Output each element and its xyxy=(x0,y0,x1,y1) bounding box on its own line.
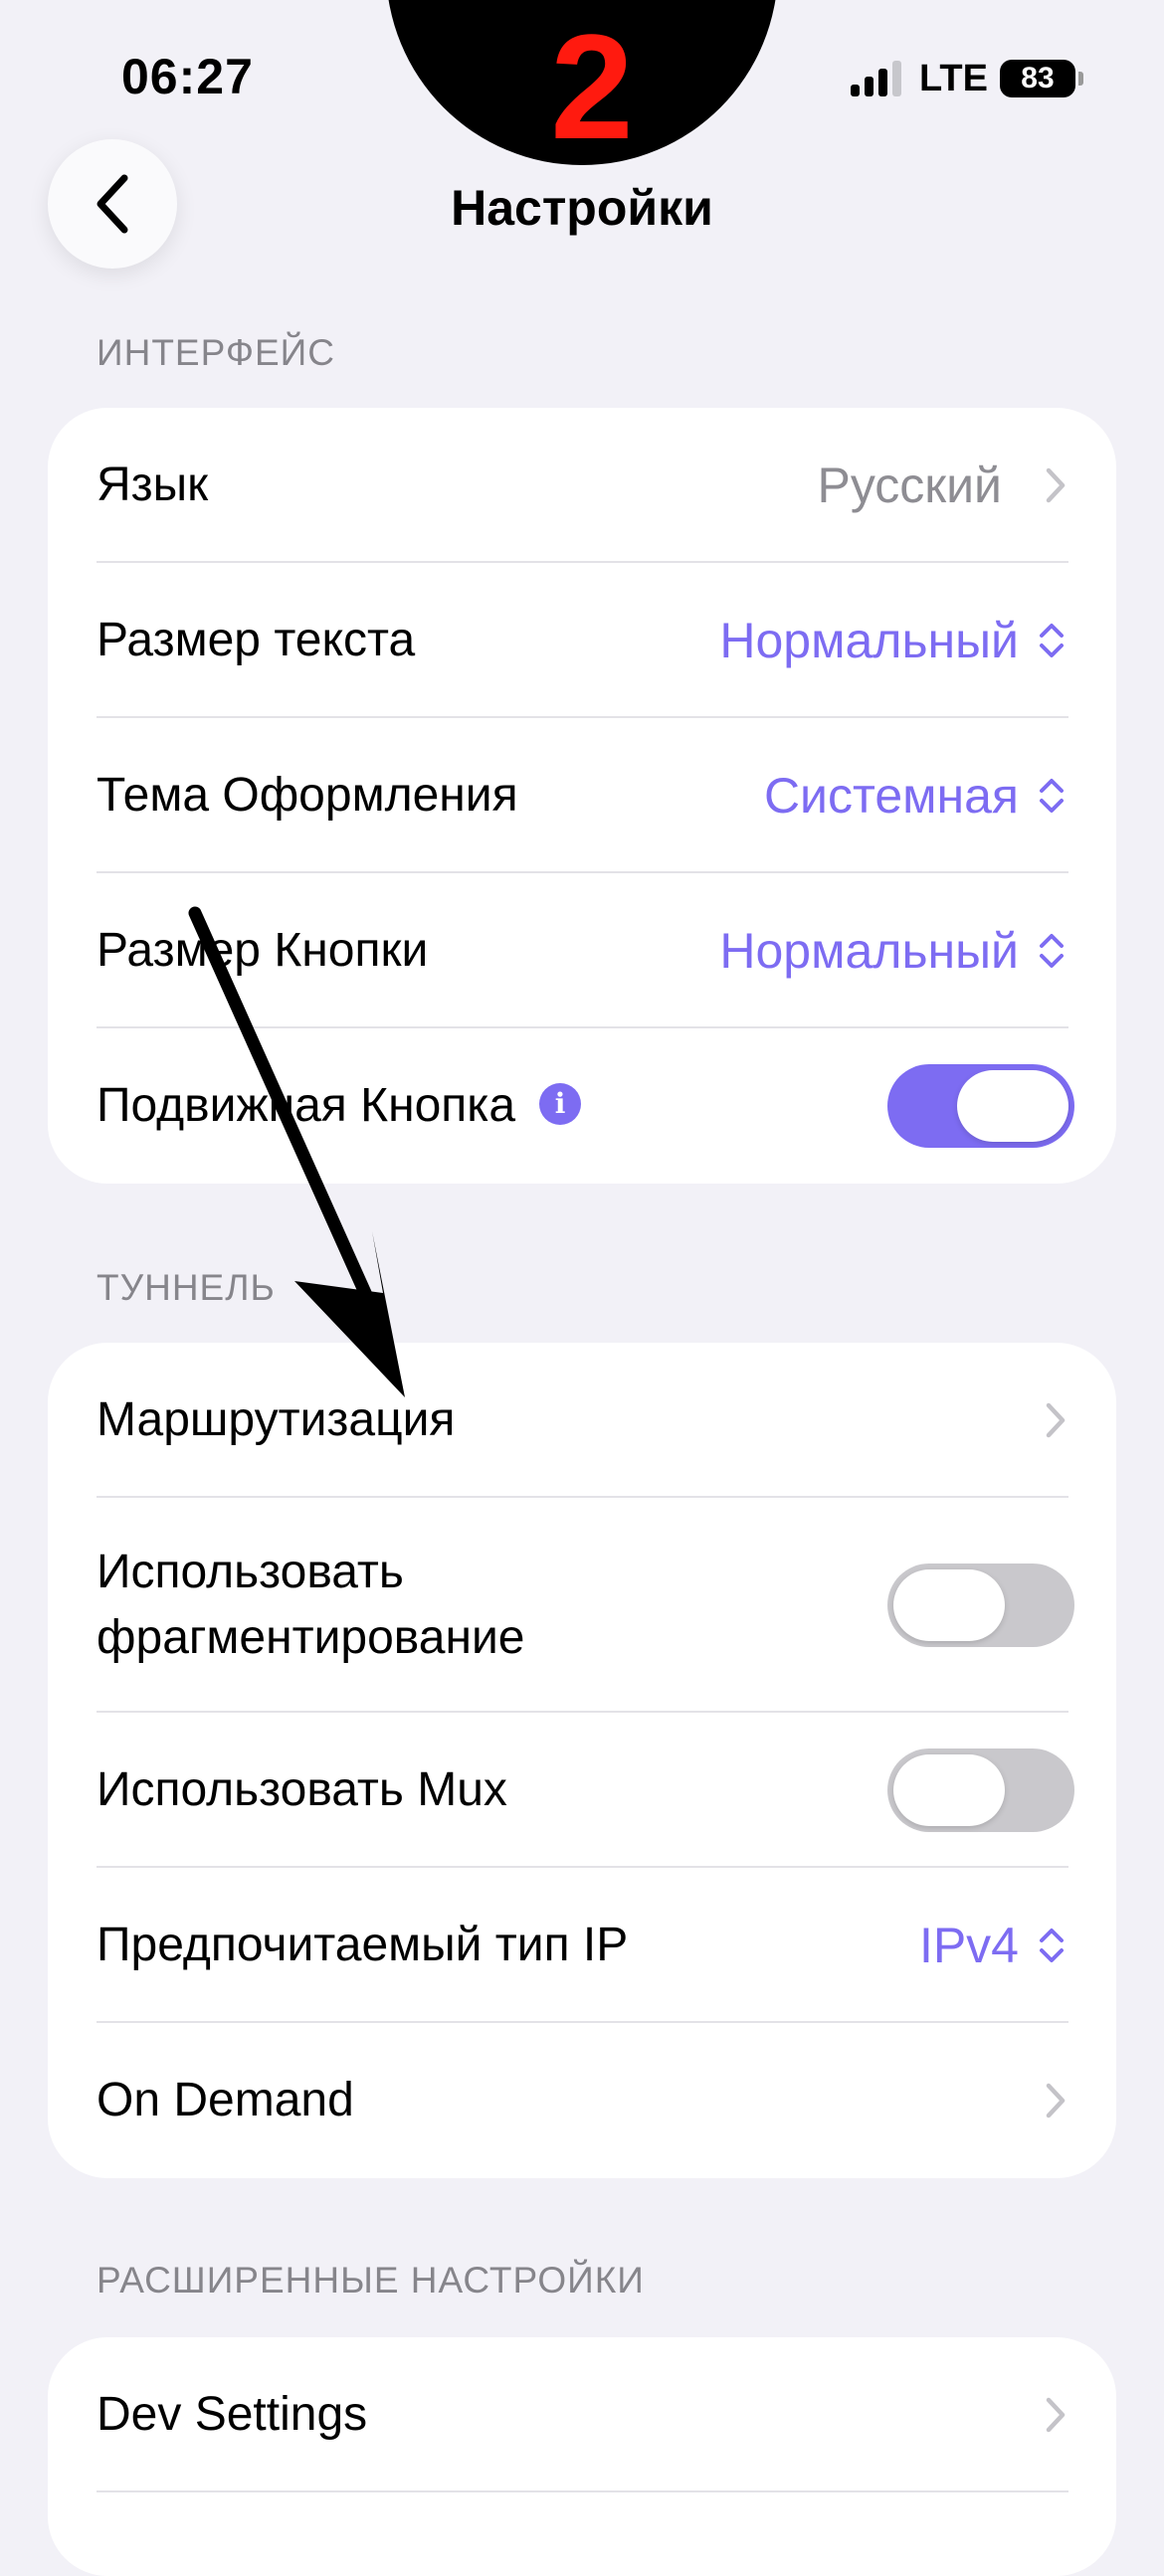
row-label: Использовать Mux xyxy=(97,1763,507,1816)
mux-toggle[interactable] xyxy=(887,1748,1074,1832)
settings-group-interface: Язык Русский Размер текста Нормальный Те… xyxy=(48,408,1116,1184)
fragmentation-label-line1: Использовать xyxy=(97,1546,404,1598)
row-label: Использовать фрагментирование xyxy=(97,1540,524,1671)
row-label: Dev Settings xyxy=(97,2388,368,2441)
row-theme[interactable]: Тема Оформления Системная xyxy=(48,718,1116,873)
row-fragmentation: Использовать фрагментирование xyxy=(48,1498,1116,1713)
page-title: Настройки xyxy=(451,180,713,236)
row-button-size[interactable]: Размер Кнопки Нормальный xyxy=(48,873,1116,1028)
step-number-annotation: 2 xyxy=(550,3,634,170)
section-header-advanced: РАСШИРЕННЫЕ НАСТРОЙКИ xyxy=(97,2260,645,2300)
settings-group-tunnel: Маршрутизация Использовать фрагментирова… xyxy=(48,1343,1116,2178)
row-label: Размер Кнопки xyxy=(97,924,429,977)
row-mux: Использовать Mux xyxy=(48,1713,1116,1868)
row-label: Предпочитаемый тип IP xyxy=(97,1919,629,1971)
row-label: Тема Оформления xyxy=(97,769,518,822)
info-icon[interactable]: i xyxy=(539,1083,582,1126)
section-header-interface: ИНТЕРФЕЙС xyxy=(97,332,335,373)
chevron-right-icon xyxy=(1046,467,1066,503)
row-label: Язык xyxy=(97,459,209,511)
chevron-up-down-icon xyxy=(1040,624,1064,657)
toggle-knob xyxy=(893,1569,1005,1641)
chevron-right-icon xyxy=(1046,2397,1066,2433)
row-text-size[interactable]: Размер текста Нормальный xyxy=(48,563,1116,718)
battery-icon: 83 xyxy=(999,60,1083,97)
text-size-value[interactable]: Нормальный xyxy=(719,612,1019,669)
button-size-value[interactable]: Нормальный xyxy=(719,922,1019,980)
status-indicators: LTE 83 xyxy=(851,57,1083,99)
row-label: Маршрутизация xyxy=(97,1393,456,1446)
divider xyxy=(97,2490,1068,2492)
row-routing[interactable]: Маршрутизация xyxy=(48,1343,1116,1498)
row-label: Подвижная Кнопка i xyxy=(97,1073,582,1139)
chevron-right-icon xyxy=(1046,2083,1066,2118)
row-language[interactable]: Язык Русский xyxy=(48,408,1116,563)
toggle-knob xyxy=(957,1070,1068,1142)
toggle-knob xyxy=(893,1754,1005,1826)
ip-type-value[interactable]: IPv4 xyxy=(919,1917,1019,1974)
row-label: Размер текста xyxy=(97,614,416,666)
language-value: Русский xyxy=(817,458,1002,513)
cellular-signal-icon xyxy=(851,61,901,96)
fragmentation-toggle[interactable] xyxy=(887,1564,1074,1647)
chevron-right-icon xyxy=(1046,1402,1066,1438)
status-time: 06:27 xyxy=(121,49,254,104)
chevron-up-down-icon xyxy=(1040,1929,1064,1962)
chevron-up-down-icon xyxy=(1040,779,1064,813)
row-dev-settings[interactable]: Dev Settings xyxy=(48,2337,1116,2492)
row-label: On Demand xyxy=(97,2074,354,2126)
theme-value[interactable]: Системная xyxy=(764,767,1019,825)
network-type: LTE xyxy=(919,57,988,99)
row-ip-type[interactable]: Предпочитаемый тип IP IPv4 xyxy=(48,1868,1116,2023)
floating-button-label: Подвижная Кнопка xyxy=(97,1079,516,1132)
section-header-tunnel: ТУННЕЛЬ xyxy=(97,1267,276,1308)
chevron-up-down-icon xyxy=(1040,934,1064,968)
fragmentation-label-line2: фрагментирование xyxy=(97,1611,525,1664)
battery-level: 83 xyxy=(1021,62,1055,94)
settings-group-advanced: Dev Settings xyxy=(48,2337,1116,2576)
row-floating-button: Подвижная Кнопка i xyxy=(48,1028,1116,1184)
row-on-demand[interactable]: On Demand xyxy=(48,2023,1116,2178)
floating-button-toggle[interactable] xyxy=(887,1064,1074,1148)
